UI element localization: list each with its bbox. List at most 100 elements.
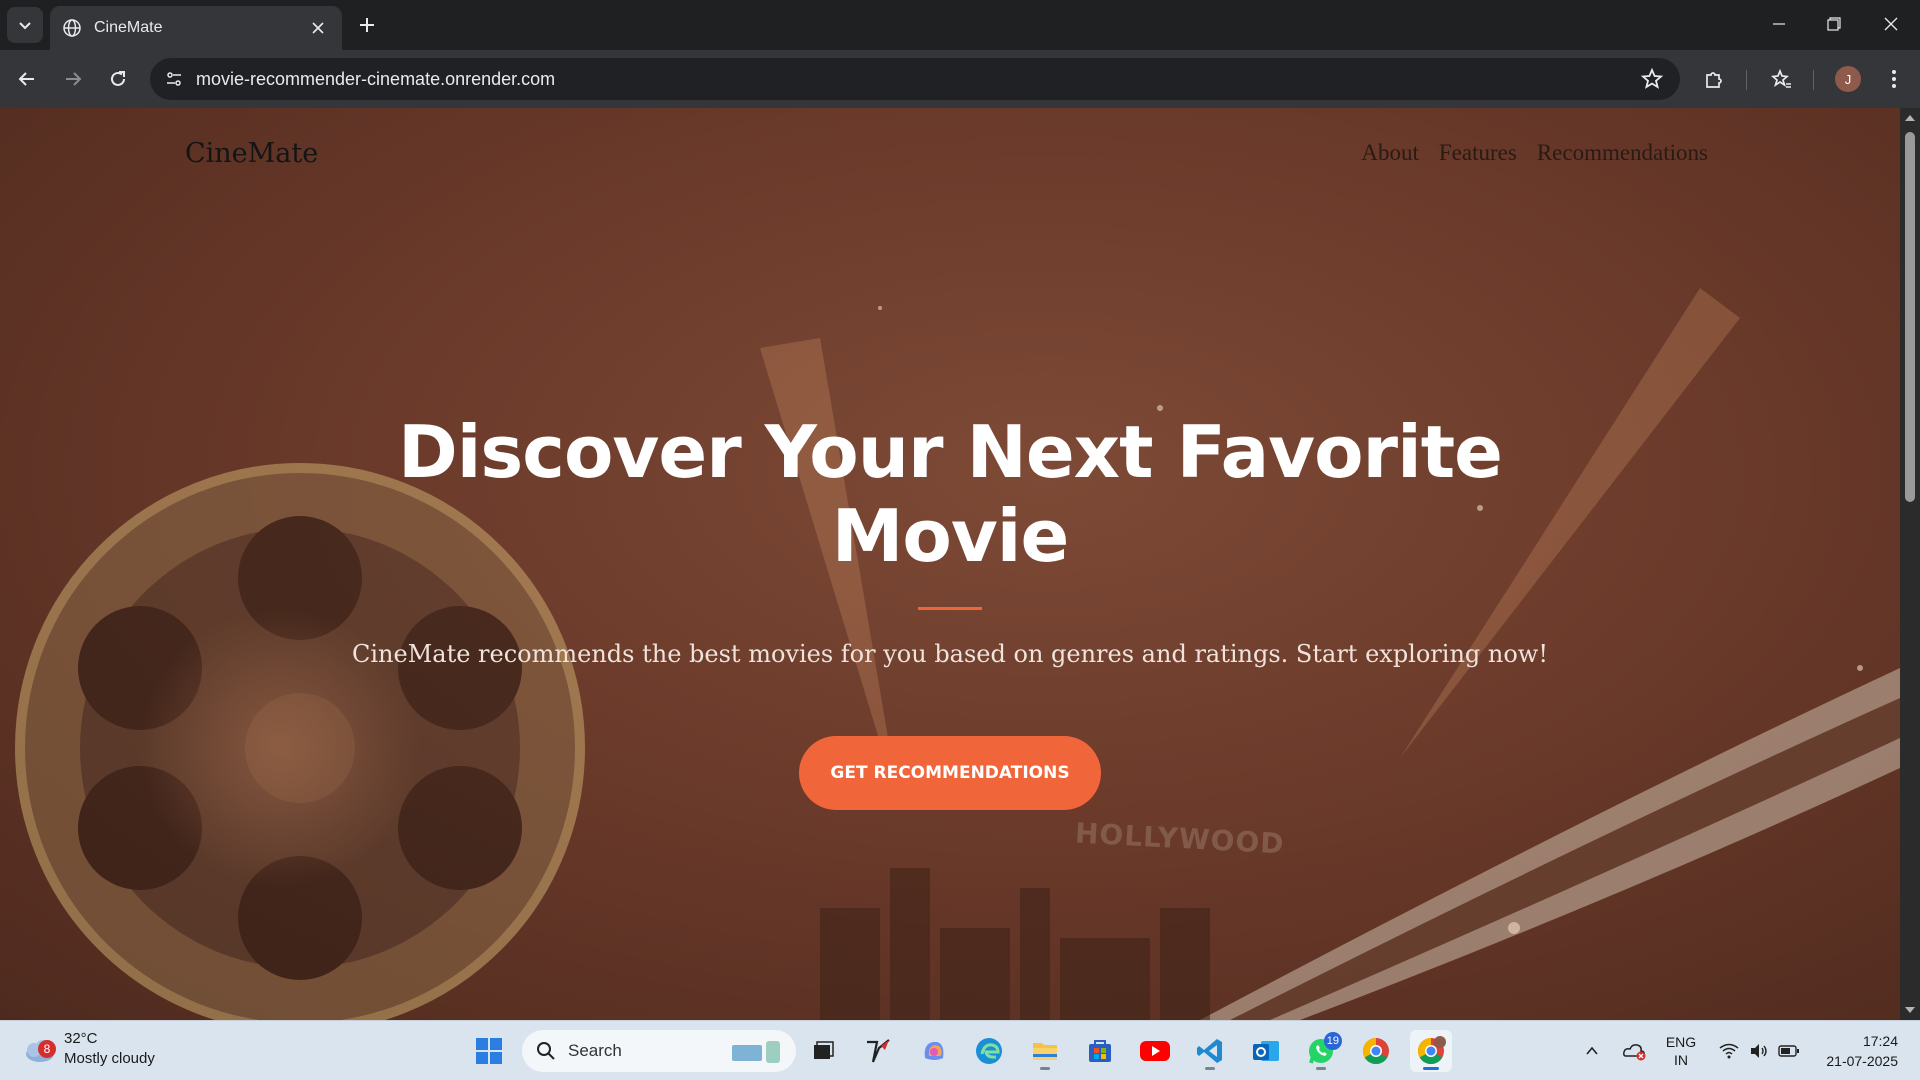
address-bar[interactable]: movie-recommender-cinemate.onrender.com (150, 58, 1680, 100)
new-tab-button[interactable] (352, 10, 382, 40)
url-text[interactable]: movie-recommender-cinemate.onrender.com (196, 69, 555, 90)
app-running-indicator (1316, 1067, 1326, 1070)
site-logo[interactable]: CineMate (185, 138, 318, 169)
task-view-button[interactable] (802, 1030, 844, 1072)
app-running-indicator (1205, 1067, 1215, 1070)
weather-desc: Mostly cloudy (64, 1050, 155, 1067)
battery-icon (1778, 1045, 1799, 1057)
weather-alert-badge: 8 (38, 1040, 56, 1058)
taskbar-app-edge[interactable] (968, 1030, 1010, 1072)
get-recommendations-button[interactable]: GET RECOMMENDATIONS (799, 736, 1101, 810)
nav-link-recommendations[interactable]: Recommendations (1537, 140, 1708, 166)
close-icon (1884, 17, 1898, 31)
taskbar-clock[interactable]: 17:24 21-07-2025 (1826, 1031, 1898, 1071)
app-active-indicator (1423, 1067, 1439, 1070)
page-viewport: HOLLYWOOD CineMate About Features Recomm… (0, 108, 1900, 1020)
tab-search-button[interactable] (7, 7, 43, 43)
wifi-icon (1719, 1043, 1739, 1059)
taskbar-app-chrome[interactable] (1355, 1030, 1397, 1072)
app-running-indicator (1040, 1067, 1050, 1070)
arrow-left-icon (18, 72, 34, 86)
bookmark-star-icon[interactable] (1640, 67, 1664, 91)
weather-widget[interactable]: 8 32°C Mostly cloudy (20, 1029, 155, 1069)
favorites-button[interactable] (1767, 65, 1795, 93)
reload-icon (111, 71, 125, 86)
back-button[interactable] (9, 61, 45, 97)
forward-button[interactable] (55, 61, 91, 97)
minimize-button[interactable] (1750, 0, 1808, 48)
taskbar-search[interactable]: Search (522, 1030, 796, 1072)
nav-link-about[interactable]: About (1361, 140, 1419, 166)
taskbar-app-chrome-profile[interactable] (1410, 1030, 1452, 1072)
profile-avatar[interactable]: J (1835, 66, 1861, 92)
chrome-icon (1362, 1037, 1389, 1065)
hero-title-line2: Movie (831, 494, 1070, 578)
start-button[interactable] (468, 1030, 510, 1072)
restore-button[interactable] (1805, 0, 1863, 48)
browser-toolbar: movie-recommender-cinemate.onrender.com … (0, 50, 1920, 108)
tab-title: CineMate (94, 19, 163, 36)
chevron-down-icon (19, 22, 31, 30)
scroll-up-arrow-icon[interactable] (1904, 112, 1916, 124)
volume-icon (1751, 1044, 1767, 1058)
cloud-icon: 8 (20, 1030, 58, 1068)
toolbar-separator (1813, 70, 1814, 90)
wifi-status[interactable] (1714, 1021, 1744, 1080)
chrome-profile-icon (1417, 1036, 1446, 1065)
taskbar-app-youtube[interactable] (1134, 1030, 1176, 1072)
taskbar-app-copilot[interactable] (913, 1030, 955, 1072)
windows-taskbar: 8 32°C Mostly cloudy Search 19 ENG IN 17… (0, 1020, 1920, 1080)
battery-status[interactable] (1774, 1021, 1804, 1080)
taskbar-app-whatsapp[interactable]: 19 (1300, 1030, 1342, 1072)
film-strip-graphic (1200, 668, 1900, 1020)
scroll-down-arrow-icon[interactable] (1904, 1004, 1916, 1016)
outlook-icon (1253, 1041, 1279, 1061)
close-tab-icon[interactable] (306, 16, 330, 40)
language-code: ENG (1665, 1034, 1697, 1050)
folder-icon (1033, 1043, 1057, 1060)
search-icon (537, 1042, 555, 1060)
browser-tab-active[interactable]: CineMate (50, 6, 342, 50)
language-indicator[interactable]: ENG IN (1658, 1021, 1704, 1080)
site-info-icon[interactable] (160, 65, 188, 93)
nav-link-features[interactable]: Features (1439, 140, 1517, 166)
restore-icon (1827, 17, 1841, 31)
taskbar-app-tool[interactable] (857, 1030, 899, 1072)
kebab-menu-icon (1892, 70, 1896, 88)
tool-app-icon (867, 1039, 890, 1063)
copilot-icon (924, 1042, 944, 1060)
chevron-up-icon (1586, 1046, 1598, 1055)
scrollbar-thumb[interactable] (1905, 132, 1915, 502)
language-region: IN (1674, 1052, 1688, 1068)
page-scrollbar[interactable] (1900, 108, 1920, 1020)
hero-subtitle: CineMate recommends the best movies for … (352, 640, 1548, 668)
minimize-icon (1773, 23, 1785, 25)
onedrive-status[interactable] (1618, 1021, 1652, 1080)
clock-time: 17:24 (1862, 1033, 1898, 1049)
taskbar-app-outlook[interactable] (1245, 1030, 1287, 1072)
globe-icon (63, 19, 81, 37)
search-highlight-icon (732, 1041, 780, 1063)
extensions-button[interactable] (1700, 65, 1728, 93)
taskbar-app-vscode[interactable] (1189, 1030, 1231, 1072)
onedrive-error-icon (1623, 1044, 1646, 1061)
volume-status[interactable] (1744, 1021, 1774, 1080)
search-label: Search (568, 1041, 622, 1060)
hero-title-line1: Discover Your Next Favorite (397, 410, 1503, 494)
youtube-icon (1140, 1041, 1170, 1061)
show-hidden-icons-button[interactable] (1580, 1021, 1604, 1080)
site-nav: About Features Recommendations (1361, 140, 1708, 166)
close-window-button[interactable] (1862, 0, 1920, 48)
reload-button[interactable] (100, 61, 136, 97)
hero-divider (918, 607, 982, 610)
star-list-icon (1770, 68, 1791, 88)
taskbar-app-file-explorer[interactable] (1024, 1030, 1066, 1072)
vscode-icon (1197, 1039, 1222, 1063)
arrow-right-icon (66, 72, 82, 86)
puzzle-icon (1706, 72, 1722, 88)
windows-logo-icon (476, 1038, 502, 1064)
weather-temp: 32°C (64, 1030, 98, 1047)
browser-menu-button[interactable] (1880, 65, 1908, 93)
store-icon (1089, 1040, 1111, 1062)
taskbar-app-store[interactable] (1079, 1030, 1121, 1072)
